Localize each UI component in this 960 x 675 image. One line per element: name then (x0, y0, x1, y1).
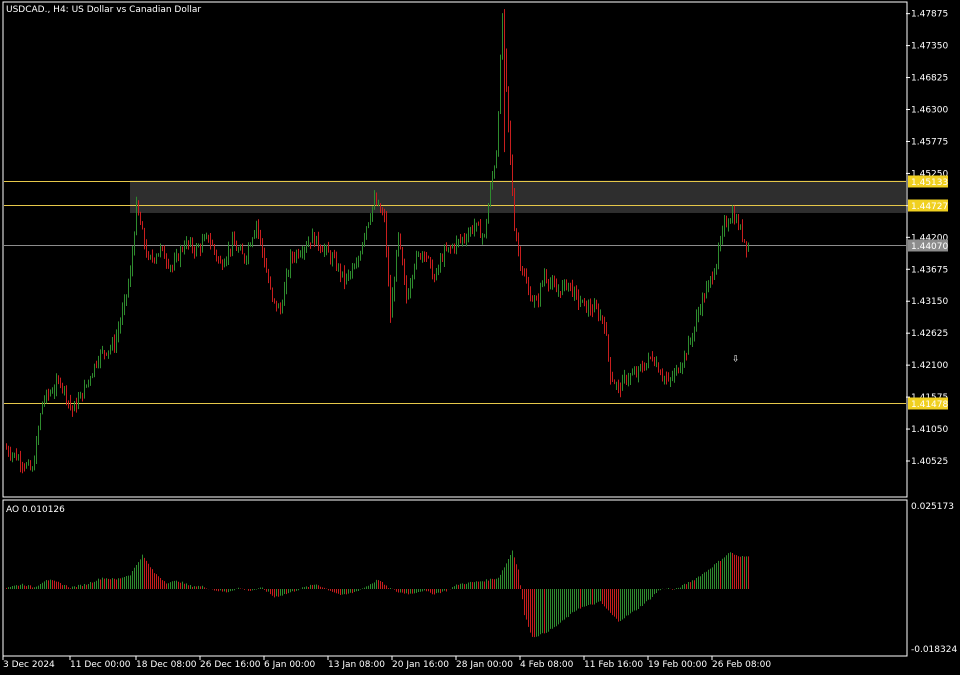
time-tick-0: 3 Dec 2024 (3, 660, 55, 670)
time-tick-1: 11 Dec 00:00 (70, 660, 131, 670)
chart-title: USDCAD., H4: US Dollar vs Canadian Dolla… (6, 5, 201, 15)
price-tick-13: 1.41050 (911, 425, 948, 435)
time-tick-10: 19 Feb 00:00 (648, 660, 707, 670)
time-tick-4: 6 Jan 00:00 (264, 660, 316, 670)
chart-header: USDCAD., H4: US Dollar vs Canadian Dolla… (6, 5, 201, 15)
price-tick-10: 1.42625 (911, 329, 948, 339)
ao-tick-bottom: -0.018324 (911, 645, 957, 655)
price-tick-0: 1.47875 (911, 10, 948, 20)
current-price-tag: 1.44070 (908, 239, 948, 252)
time-tick-6: 20 Jan 16:00 (392, 660, 449, 670)
price-tick-2: 1.46825 (911, 74, 948, 84)
time-tick-8: 4 Feb 08:00 (520, 660, 574, 670)
time-tick-11: 26 Feb 08:00 (712, 660, 771, 670)
time-tick-2: 18 Dec 08:00 (136, 660, 197, 670)
ao-tick-top: 0.025173 (911, 502, 954, 512)
price-tick-8: 1.43675 (911, 265, 948, 275)
price-tick-4: 1.45775 (911, 137, 948, 147)
arrow-down-icon[interactable]: ⇩ (732, 354, 740, 364)
price-tick-9: 1.43150 (911, 297, 948, 307)
current-price-tag-label: 1.44070 (911, 242, 948, 252)
time-tick-7: 28 Jan 00:00 (456, 660, 513, 670)
price-tick-3: 1.46300 (911, 106, 948, 116)
price-tick-14: 1.40525 (911, 457, 948, 467)
level-tag-0: 1.45133 (911, 178, 948, 188)
level-tag-1: 1.44727 (911, 202, 948, 212)
time-tick-3: 26 Dec 16:00 (200, 660, 261, 670)
level-tag-2: 1.41478 (911, 400, 948, 410)
ao-title: AO 0.010126 (6, 505, 65, 515)
time-tick-9: 11 Feb 16:00 (584, 660, 643, 670)
trading-chart[interactable]: 1.478751.473501.468251.463001.457751.452… (0, 0, 960, 675)
price-tick-1: 1.47350 (911, 42, 948, 52)
price-tick-11: 1.42100 (911, 361, 948, 371)
resistance-zone (130, 180, 906, 213)
time-tick-5: 13 Jan 08:00 (328, 660, 385, 670)
